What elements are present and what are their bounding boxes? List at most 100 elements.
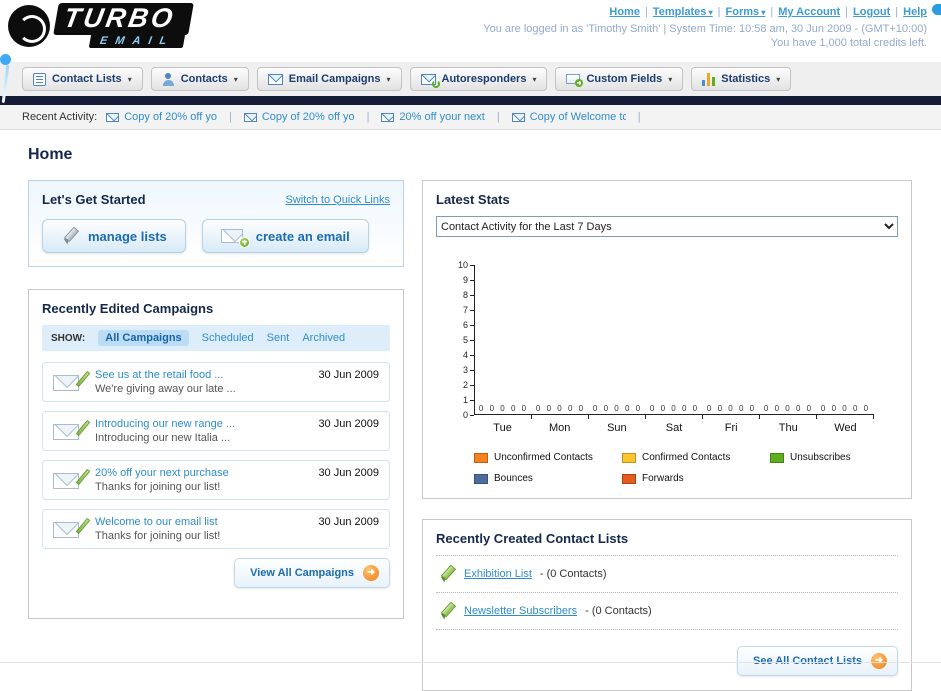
campaign-row[interactable]: Introducing our new range ... Introducing…: [42, 411, 390, 451]
x-axis-label: Wed: [834, 422, 857, 434]
campaign-subtitle: Introducing our new Italia ...: [95, 432, 231, 444]
contact-lists-items: Exhibition List - (0 Contacts) Newsletter …: [436, 556, 898, 630]
top-link-help[interactable]: Help: [903, 6, 927, 18]
recent-activity-link[interactable]: Copy of Welcome to: [530, 111, 626, 123]
tick-mark: [645, 415, 646, 419]
campaign-text: See us at the retail food ... We're givin…: [95, 369, 308, 395]
contact-list-row[interactable]: Exhibition List - (0 Contacts): [436, 556, 898, 593]
recent-activity-link[interactable]: Copy of 20% off yo: [262, 111, 355, 123]
campaigns-tab-archived[interactable]: Archived: [302, 332, 345, 344]
logo-title: TURBO: [53, 3, 194, 35]
campaign-row[interactable]: 20% off your next purchase Thanks for joi…: [42, 460, 390, 500]
legend-swatch: [474, 473, 488, 484]
y-axis-tick: 4: [443, 351, 474, 360]
right-column: Latest Stats Contact Activity for the La…: [422, 180, 912, 691]
email-campaigns-icon: [267, 73, 283, 85]
campaign-title-link[interactable]: Introducing our new range ...: [95, 418, 308, 430]
stats-period-select[interactable]: Contact Activity for the Last 7 Days: [436, 216, 898, 237]
tick-mark: [702, 415, 703, 419]
contact-list-link[interactable]: Newsletter Subscribers: [464, 605, 577, 617]
nav-tab-label: Custom Fields: [586, 73, 663, 85]
top-links: Home | Templates ▾ | Forms ▾ | My Account | Logo…: [609, 6, 927, 18]
y-axis-label: 6: [462, 320, 468, 330]
campaign-title-link[interactable]: Welcome to our email list: [95, 516, 308, 528]
see-all-contact-lists-button[interactable]: See All Contact Lists: [736, 646, 898, 676]
switch-to-quick-links-link[interactable]: Switch to Quick Links: [285, 194, 390, 206]
contact-list-row[interactable]: Newsletter Subscribers - (0 Contacts): [436, 593, 898, 630]
tick-mark: [470, 279, 474, 281]
campaign-text: Welcome to our email list Thanks for join…: [95, 516, 308, 542]
recent-activity-item[interactable]: Copy of 20% off yo: [106, 111, 217, 123]
y-axis-label: 5: [462, 335, 468, 345]
campaign-subtitle: Thanks for joining our list!: [95, 481, 221, 493]
y-axis-tick: 2: [443, 381, 474, 390]
tick-mark: [470, 324, 474, 326]
envelope-plus-icon: [220, 228, 250, 248]
campaign-envelope-pencil-icon: [53, 419, 91, 442]
top-link-my-account[interactable]: My Account: [778, 6, 840, 18]
create-email-label: create an email: [255, 228, 350, 244]
chevron-down-icon: ▾: [759, 8, 766, 17]
create-email-button[interactable]: create an email: [201, 219, 369, 253]
y-axis-tick: 1: [443, 396, 474, 405]
recent-activity-item[interactable]: 20% off your next: [381, 111, 485, 123]
y-axis-label: 8: [462, 290, 468, 300]
y-axis-label: 10: [457, 260, 468, 270]
nav-tab-statistics[interactable]: Statistics ▾: [691, 67, 792, 91]
top-link-logout[interactable]: Logout: [853, 6, 890, 18]
campaigns-tab-sent[interactable]: Sent: [267, 332, 290, 344]
contacts-icon: [162, 72, 175, 86]
contact-list-link[interactable]: Exhibition List: [464, 568, 532, 580]
stats-legend: Unconfirmed Contacts Confirmed Contacts Un…: [474, 452, 919, 484]
nav-tab-label: Contact Lists: [52, 73, 122, 85]
top-link-templates[interactable]: Templates ▾: [653, 6, 713, 18]
campaigns-panel-title: Recently Edited Campaigns: [42, 301, 214, 316]
y-axis-tick: 0: [443, 410, 474, 420]
recent-activity-item[interactable]: Copy of 20% off yo: [243, 111, 355, 123]
recent-activity-link[interactable]: Copy of 20% off yo: [124, 111, 217, 123]
y-axis-tick: 5: [443, 335, 474, 345]
y-axis-label: 0: [462, 410, 468, 420]
chart-day-group: 0 0 0 0 0: [646, 265, 703, 419]
recent-activity-link[interactable]: 20% off your next: [399, 111, 484, 123]
chevron-down-icon: ▾: [776, 74, 781, 84]
y-axis-tick: 8: [443, 290, 474, 300]
view-all-campaigns-button[interactable]: View All Campaigns: [234, 558, 390, 588]
tick-mark: [531, 415, 532, 419]
x-axis-label: Sun: [607, 422, 627, 434]
nav-tab-contact-lists[interactable]: Contact Lists ▾: [22, 67, 143, 91]
campaign-row[interactable]: Welcome to our email list Thanks for join…: [42, 509, 390, 549]
nav-tab-custom-fields[interactable]: Custom Fields ▾: [555, 67, 684, 91]
nav-tab-email-campaigns[interactable]: Email Campaigns ▾: [256, 67, 402, 91]
chart-value-labels: 0 0 0 0 0: [649, 404, 700, 413]
nav-tab-contacts[interactable]: Contacts ▾: [150, 67, 249, 91]
campaigns-filter-tabbar: SHOW: All Campaigns Scheduled Sent Archived: [42, 325, 390, 351]
campaigns-filter-tabs: All Campaigns Scheduled Sent Archived: [98, 330, 345, 346]
envelope-icon: [511, 112, 525, 122]
campaign-title-link[interactable]: 20% off your next purchase: [95, 467, 308, 479]
legend-item: Forwards: [622, 473, 770, 484]
recent-activity-label: Recent Activity:: [22, 111, 98, 123]
y-axis-label: 7: [462, 305, 468, 315]
tick-mark: [759, 415, 760, 419]
manage-lists-button[interactable]: manage lists: [42, 219, 186, 253]
y-axis-label: 3: [462, 365, 468, 375]
legend-label: Bounces: [494, 473, 533, 484]
recent-activity-item[interactable]: Copy of Welcome to: [511, 111, 626, 123]
x-axis-label: Fri: [724, 422, 738, 434]
campaign-row[interactable]: See us at the retail food ... We're givin…: [42, 362, 390, 402]
nav-tab-autoresponders[interactable]: Autoresponders ▾: [409, 67, 548, 91]
legend-label: Forwards: [642, 473, 684, 484]
campaigns-tab-all-campaigns[interactable]: All Campaigns: [98, 330, 189, 346]
campaign-date: 30 Jun 2009: [318, 418, 379, 430]
envelope-icon: [243, 112, 257, 122]
header: TURBO EMAIL Home | Templates ▾ | Forms ▾ | My …: [0, 0, 941, 62]
statistics-icon: [702, 72, 716, 86]
tick-mark: [816, 415, 817, 419]
top-link-home[interactable]: Home: [609, 6, 640, 18]
top-link-forms[interactable]: Forms ▾: [726, 6, 766, 18]
campaigns-tab-scheduled[interactable]: Scheduled: [202, 332, 254, 344]
campaign-title-link[interactable]: See us at the retail food ...: [95, 369, 308, 381]
chart-day-group: 0 0 0 0 0: [817, 265, 874, 419]
nav-divider-bar: [0, 96, 941, 105]
